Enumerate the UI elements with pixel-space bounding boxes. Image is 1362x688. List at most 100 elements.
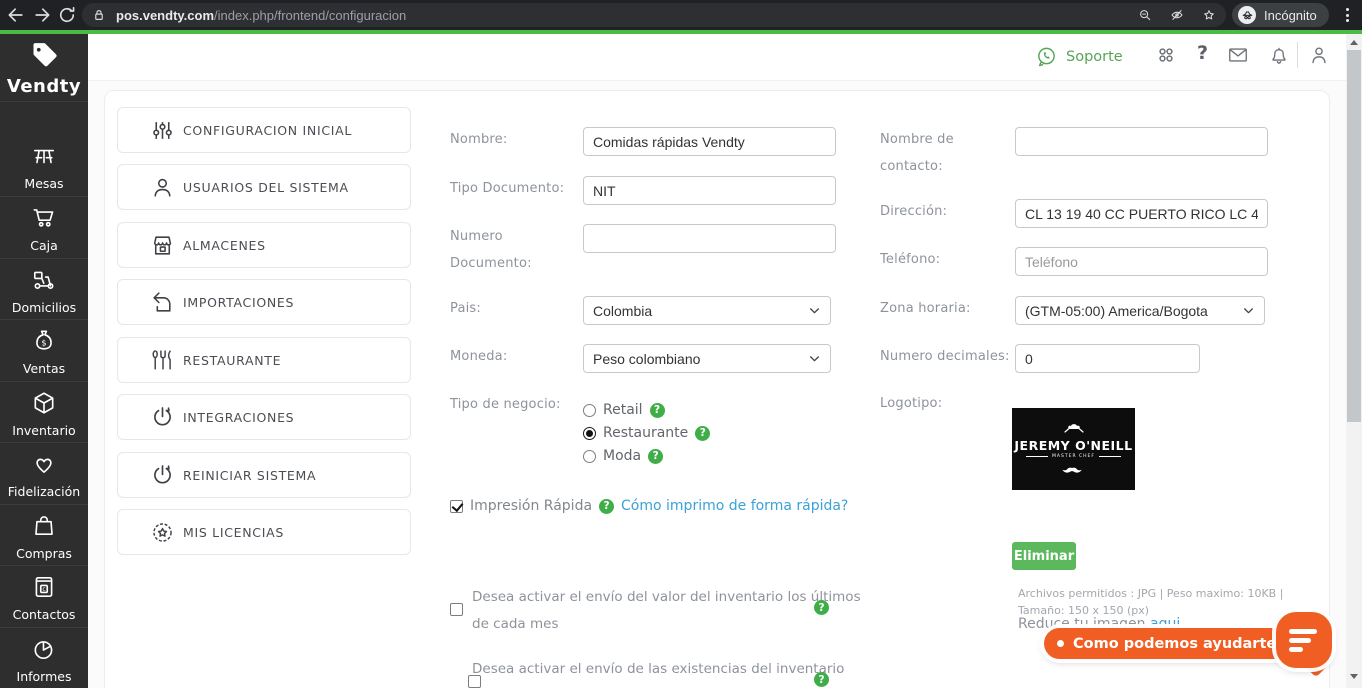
moda-label: Moda [603,448,642,464]
menu-item-integraciones[interactable]: INTEGRACIONES [117,394,411,440]
direccion-label: Dirección: [880,204,948,219]
chat-bubble-button[interactable] [1276,612,1332,668]
inventario-valor-help-icon[interactable]: ? [814,600,829,615]
money-bag-icon: $ [36,330,52,350]
box-icon [34,392,54,414]
logo-preview: JEREMY O'NEILL MASTER CHEF [1012,408,1135,490]
nombre-input[interactable] [583,127,836,156]
sidebar-item-caja[interactable]: Caja [0,197,88,258]
numero-decimales-input[interactable] [1015,344,1200,373]
scrollbar-down-arrow[interactable] [1350,674,1358,679]
menu-item-configuracion-inicial[interactable]: CONFIGURACION INICIAL [117,107,411,153]
eliminar-button[interactable]: Eliminar [1012,542,1076,570]
menu-item-label: REINICIAR SISTEMA [183,467,317,483]
menu-item-reiniciar-sistema[interactable]: REINICIAR SISTEMA [117,452,411,498]
tipo-documento-input[interactable] [583,176,836,205]
zoom-out-icon[interactable] [1138,8,1152,22]
browser-toolbar: pos.vendty.com/index.php/frontend/config… [0,0,1362,30]
menu-item-label: IMPORTACIONES [183,294,295,310]
menu-item-label: ALMACENES [183,237,266,253]
direccion-input[interactable] [1015,199,1268,228]
numero-decimales-label: Numero decimales: [880,349,1010,364]
menu-item-mis-licencias[interactable]: MIS LICENCIAS [117,509,411,555]
sidebar-item-ventas[interactable]: $ Ventas [0,320,88,381]
menu-item-label: MIS LICENCIAS [183,524,285,540]
pais-label: Pais: [450,301,481,316]
sidebar-item-fidelizacion[interactable]: Fidelización [0,443,88,504]
sidebar-item-contactos[interactable]: c Contactos [0,566,88,627]
chat-help-label: Como podemos ayudarte? [1073,635,1285,652]
user-icon[interactable] [1308,44,1330,66]
scrollbar-up-arrow[interactable] [1350,40,1358,45]
mail-icon[interactable] [1227,44,1249,66]
sidebar-item-informes[interactable]: Informes [0,628,88,688]
chat-line-icon [1289,646,1303,652]
impresion-rapida-help-icon[interactable]: ? [599,498,615,514]
menu-item-restaurante[interactable]: RESTAURANTE [117,337,411,383]
svg-text:$: $ [41,338,46,348]
file-info-line-1: Archivos permitidos : JPG | Peso maximo:… [1018,587,1284,600]
incognito-badge: Incógnito [1232,3,1329,27]
menu-item-almacenes[interactable]: ALMACENES [117,222,411,268]
brand-logo[interactable]: Vendty [0,40,88,97]
bookmark-star-icon[interactable] [1202,8,1216,22]
radio-row-moda: Moda ? [583,448,664,464]
moneda-select[interactable]: Peso colombiano [583,344,831,373]
forward-icon[interactable] [32,5,52,25]
sidebar-item-label: Domicilios [11,300,77,315]
sidebar-item-label: Mesas [24,176,64,191]
back-icon[interactable] [6,5,26,25]
nombre-contacto-input[interactable] [1015,127,1268,156]
chef-hat-icon [1059,420,1089,439]
pie-chart-icon [34,641,53,660]
chat-help-pill[interactable]: Como podemos ayudarte? [1044,628,1301,659]
impresion-rapida-checkbox[interactable] [450,499,463,513]
telefono-label: Teléfono: [880,252,941,267]
moda-help-icon[interactable]: ? [648,448,664,464]
zona-horaria-select[interactable]: (GTM-05:00) America/Bogota [1015,296,1265,325]
radio-row-restaurante: Restaurante ? [583,425,711,441]
moneda-label: Moneda: [450,349,508,364]
inventario-valor-text-1: Desea activar el envío del valor del inv… [472,589,861,605]
scrollbar-thumb[interactable] [1347,50,1361,422]
inventario-valor-checkbox[interactable] [450,603,463,616]
reload-icon[interactable] [57,5,77,25]
contacts-book-icon: c [35,576,53,598]
menu-item-usuarios[interactable]: USUARIOS DEL SISTEMA [117,164,411,210]
sidebar-item-domicilios[interactable]: Domicilios [0,259,88,320]
table-icon [33,149,55,164]
sidebar-item-compras[interactable]: Compras [0,505,88,566]
sidebar-item-inventario[interactable]: Inventario [0,382,88,443]
sidebar-item-label: Caja [30,238,58,253]
eye-off-icon[interactable] [1170,8,1184,22]
browser-menu-icon[interactable] [1338,6,1356,24]
sidebar-item-label: Fidelización [7,484,81,499]
inventario-existencias-help-icon[interactable]: ? [814,672,829,687]
retail-help-icon[interactable]: ? [649,402,665,418]
retail-radio[interactable] [583,403,596,417]
impresion-rapida-label: Impresión Rápida [470,498,593,514]
pais-select[interactable]: Colombia [583,296,831,325]
sidebar-item-label: Compras [16,546,72,561]
zona-horaria-label: Zona horaria: [880,301,971,316]
menu-item-importaciones[interactable]: IMPORTACIONES [117,279,411,325]
store-icon [153,235,172,255]
numero-documento-input[interactable] [583,224,836,253]
impresion-rapida-link[interactable]: Cómo imprimo de forma rápida? [621,498,848,514]
restaurante-radio[interactable] [583,426,596,440]
divider [0,101,88,102]
restaurante-help-icon[interactable]: ? [695,425,711,441]
cart-icon [33,209,54,227]
telefono-input[interactable] [1015,247,1268,276]
sidebar-item-mesas[interactable]: Mesas [0,135,88,196]
logo-sub-row: MASTER CHEF [1026,453,1121,460]
moda-radio[interactable] [583,449,596,463]
help-icon[interactable]: ? [1197,42,1208,64]
lock-icon [95,10,103,20]
restaurante-label: Restaurante [603,425,689,441]
address-bar[interactable]: pos.vendty.com/index.php/frontend/config… [82,3,1226,27]
sidebar-item-label: Contactos [12,607,76,622]
bell-icon[interactable] [1268,44,1290,66]
apps-grid-icon[interactable] [1155,44,1177,66]
soporte-button[interactable]: Soporte [1035,45,1123,68]
